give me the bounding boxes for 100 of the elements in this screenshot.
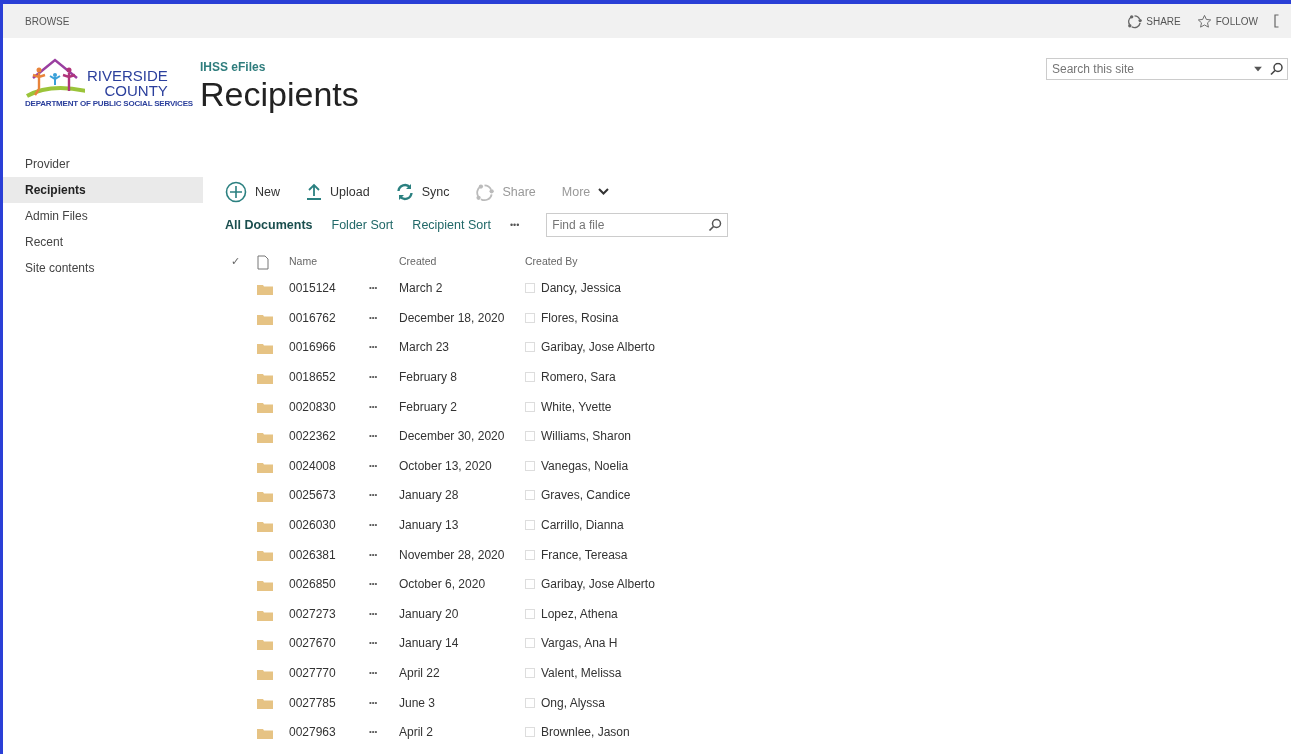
presence-icon <box>525 283 535 294</box>
row-menu-button[interactable]: ••• <box>369 637 399 650</box>
view-tab[interactable]: Recipient Sort <box>412 216 491 235</box>
column-header[interactable]: Name <box>289 253 399 270</box>
view-tab[interactable]: All Documents <box>225 216 313 235</box>
folder-icon <box>257 371 273 384</box>
share-icon <box>475 182 495 202</box>
file-name-link[interactable]: 0018652 <box>289 367 369 386</box>
created-date: February 2 <box>399 398 459 416</box>
sidebar-item[interactable]: Recipients <box>3 177 203 204</box>
row-menu-button[interactable]: ••• <box>369 370 399 383</box>
sidebar-item[interactable]: Provider <box>3 151 203 178</box>
author-link[interactable]: Flores, Rosina <box>541 308 619 327</box>
document-icon <box>257 254 269 270</box>
author-link[interactable]: Romero, Sara <box>541 367 616 386</box>
folder-icon <box>257 342 273 355</box>
file-name-link[interactable]: 0015124 <box>289 279 369 298</box>
created-date: June 3 <box>399 694 437 712</box>
created-date: April 22 <box>399 664 441 682</box>
presence-icon <box>525 579 535 590</box>
row-menu-button[interactable]: ••• <box>369 341 399 354</box>
folder-icon <box>257 312 273 325</box>
file-name-link[interactable]: 0027273 <box>289 604 369 623</box>
row-menu-button[interactable]: ••• <box>369 696 399 709</box>
sidebar-item[interactable]: Recent <box>3 229 203 256</box>
chevron-icon <box>598 188 610 197</box>
row-menu-button[interactable]: ••• <box>369 518 399 531</box>
row-menu-button[interactable]: ••• <box>369 666 399 679</box>
file-name-link[interactable]: 0027670 <box>289 634 369 653</box>
created-date: December 18, 2020 <box>399 309 506 327</box>
author-link[interactable]: Ong, Alyssa <box>541 693 606 712</box>
row-menu-button[interactable]: ••• <box>369 430 399 443</box>
author-link[interactable]: Graves, Candice <box>541 486 631 505</box>
author-link[interactable]: France, Tereasa <box>541 545 628 564</box>
caret-icon <box>1254 66 1262 72</box>
row-menu-button[interactable]: ••• <box>369 607 399 620</box>
created-date: October 13, 2020 <box>399 457 493 475</box>
add-icon <box>225 181 247 204</box>
sidebar-item[interactable]: Admin Files <box>3 203 203 230</box>
select-all-checkmark[interactable]: ✓ <box>225 253 257 270</box>
more-views-button[interactable]: ••• <box>509 218 520 233</box>
upload-button[interactable]: Upload <box>306 183 370 202</box>
author-link[interactable]: Vanegas, Noelia <box>541 456 629 475</box>
created-date: March 23 <box>399 339 451 357</box>
file-name-link[interactable]: 0022362 <box>289 427 369 446</box>
find-field[interactable]: Find a file <box>546 213 729 238</box>
search-icon <box>708 218 723 233</box>
author-link[interactable]: Garibay, Jose Alberto <box>541 575 655 594</box>
created-date: December 30, 2020 <box>399 428 506 446</box>
row-menu-button[interactable]: ••• <box>369 459 399 472</box>
presence-icon <box>525 312 535 323</box>
author-link[interactable]: Brownlee, Jason <box>541 723 630 742</box>
row-menu-button[interactable]: ••• <box>369 400 399 413</box>
row-menu-button[interactable]: ••• <box>369 311 399 324</box>
file-name-link[interactable]: 0027963 <box>289 723 369 742</box>
file-name-link[interactable]: 0026850 <box>289 575 369 594</box>
created-date: March 2 <box>399 280 444 298</box>
top-bar-share-button[interactable]: SHARE <box>1127 13 1181 29</box>
file-name-link[interactable]: 0027770 <box>289 663 369 682</box>
sidebar-item[interactable]: Site contents <box>3 255 203 282</box>
created-date: April 2 <box>399 724 434 742</box>
file-name-link[interactable]: 0025673 <box>289 486 369 505</box>
search-field[interactable]: Search this site <box>1046 58 1288 80</box>
file-name-link[interactable]: 0016966 <box>289 338 369 357</box>
top-bar-follow-button[interactable]: FOLLOW <box>1196 13 1258 29</box>
site-subtitle[interactable]: IHSS eFiles <box>200 58 1046 76</box>
author-link[interactable]: Vargas, Ana H <box>541 634 618 653</box>
presence-icon <box>525 490 535 501</box>
row-menu-button[interactable]: ••• <box>369 726 399 739</box>
new-button[interactable]: New <box>225 181 280 204</box>
file-name-link[interactable]: 0016762 <box>289 308 369 327</box>
file-name-link[interactable]: 0027785 <box>289 693 369 712</box>
file-name-link[interactable]: 0024008 <box>289 456 369 475</box>
row-menu-button[interactable]: ••• <box>369 578 399 591</box>
logo-name: COUNTY <box>104 83 168 98</box>
author-link[interactable]: White, Yvette <box>541 397 612 416</box>
file-name-link[interactable]: 0026381 <box>289 545 369 564</box>
column-header[interactable]: Created <box>399 253 525 270</box>
ribbon-tab[interactable]: BROWSE <box>25 13 70 29</box>
row-menu-button[interactable]: ••• <box>369 489 399 502</box>
row-menu-button[interactable]: ••• <box>369 548 399 561</box>
file-name-link[interactable]: 0026030 <box>289 515 369 534</box>
row-menu-button[interactable]: ••• <box>369 282 399 295</box>
author-link[interactable]: Lopez, Athena <box>541 604 618 623</box>
folder-icon <box>257 578 273 591</box>
sync-button[interactable]: Sync <box>395 183 450 202</box>
author-link[interactable]: Williams, Sharon <box>541 427 632 446</box>
presence-icon <box>525 608 535 619</box>
author-link[interactable]: Valent, Melissa <box>541 663 622 682</box>
view-tab[interactable]: Folder Sort <box>331 216 394 235</box>
author-link[interactable]: Garibay, Jose Alberto <box>541 338 655 357</box>
file-name-link[interactable]: 0020830 <box>289 397 369 416</box>
column-header[interactable]: Created By <box>525 253 685 270</box>
presence-icon <box>525 697 535 708</box>
folder-icon <box>257 638 273 651</box>
author-link[interactable]: Dancy, Jessica <box>541 279 621 298</box>
author-link[interactable]: Carrillo, Dianna <box>541 515 624 534</box>
created-date: January 20 <box>399 605 460 623</box>
logo-drawing <box>25 58 85 98</box>
folder-icon <box>257 608 273 621</box>
